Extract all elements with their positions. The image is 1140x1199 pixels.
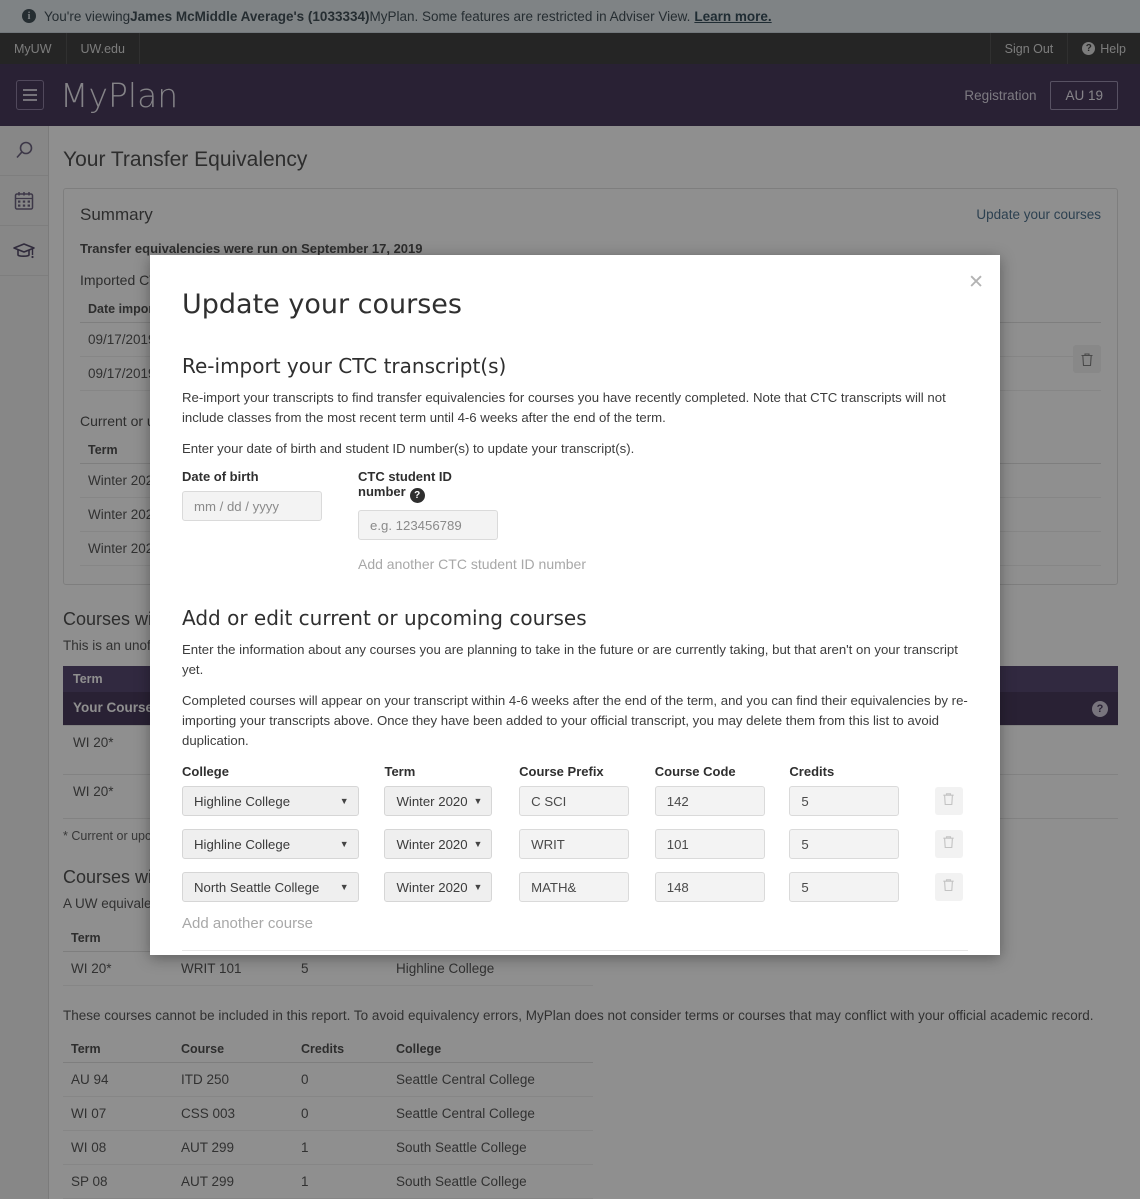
col-header-college: College [182, 764, 229, 780]
ctc-placeholder-text: e.g. 123456789 [370, 517, 462, 533]
course-row: North Seattle College ▼ Winter 2020 ▼ MA… [182, 872, 968, 903]
date-of-birth-input[interactable]: mm / dd / yyyy [182, 491, 322, 522]
col-header-credits: Credits [789, 764, 835, 780]
term-value: Winter 2020 [396, 793, 468, 809]
delete-course-button[interactable] [934, 787, 963, 816]
courses-grid: College Term Course Prefix Course Code C… [182, 764, 968, 903]
term-value: Winter 2020 [396, 836, 468, 852]
course-code-value: 142 [666, 793, 689, 809]
chevron-down-icon: ▼ [473, 796, 483, 807]
credits-input[interactable]: 5 [789, 829, 900, 860]
credits-input[interactable]: 5 [789, 872, 900, 903]
college-value: Highline College [194, 793, 291, 809]
course-prefix-value: MATH& [531, 879, 577, 895]
reimport-heading: Re-import your CTC transcript(s) [182, 354, 507, 378]
course-prefix-input[interactable]: C SCI [519, 786, 629, 817]
add-edit-paragraph-2: Completed courses will appear on your tr… [182, 692, 968, 748]
ctc-label-text: CTC student ID number [358, 469, 452, 500]
courses-grid-header: College Term Course Prefix Course Code C… [182, 764, 968, 786]
course-row: Highline College ▼ Winter 2020 ▼ WRIT 10… [182, 829, 968, 860]
close-icon[interactable]: ✕ [968, 273, 984, 292]
chevron-down-icon: ▼ [339, 882, 349, 893]
term-value: Winter 2020 [396, 879, 468, 895]
trash-icon [942, 835, 955, 854]
college-select[interactable]: North Seattle College ▼ [182, 872, 359, 903]
delete-course-button[interactable] [934, 873, 963, 902]
chevron-down-icon: ▼ [473, 882, 483, 893]
course-prefix-value: WRIT [531, 836, 565, 852]
add-another-course-link[interactable]: Add another course [182, 915, 968, 932]
ctc-student-id-input[interactable]: e.g. 123456789 [358, 510, 498, 541]
ctc-student-id-label: CTC student ID number? [358, 469, 498, 504]
course-code-input[interactable]: 101 [654, 829, 765, 860]
dob-placeholder-text: mm / dd / yyyy [194, 498, 279, 514]
col-header-course-code: Course Code [654, 764, 736, 780]
col-header-course-prefix: Course Prefix [519, 764, 604, 780]
course-row: Highline College ▼ Winter 2020 ▼ C SCI 1… [182, 786, 968, 817]
course-code-value: 101 [666, 836, 689, 852]
chevron-down-icon: ▼ [473, 839, 483, 850]
term-select[interactable]: Winter 2020 ▼ [384, 829, 493, 860]
credits-value: 5 [801, 836, 809, 852]
add-edit-courses-heading: Add or edit current or upcoming courses [182, 606, 587, 631]
modal-divider [182, 950, 968, 952]
identity-fields-row: Date of birth mm / dd / yyyy CTC student… [182, 469, 968, 572]
college-value: North Seattle College [194, 879, 320, 895]
col-header-term: Term [384, 764, 416, 780]
course-prefix-value: C SCI [531, 793, 567, 809]
credits-value: 5 [801, 793, 809, 809]
college-value: Highline College [194, 836, 291, 852]
course-prefix-input[interactable]: MATH& [519, 872, 629, 903]
help-icon[interactable]: ? [409, 488, 425, 504]
modal-title: Update your courses [182, 289, 462, 320]
course-prefix-input[interactable]: WRIT [519, 829, 629, 860]
credits-value: 5 [801, 879, 809, 895]
term-select[interactable]: Winter 2020 ▼ [384, 872, 493, 903]
chevron-down-icon: ▼ [339, 796, 349, 807]
term-select[interactable]: Winter 2020 ▼ [384, 786, 493, 817]
college-select[interactable]: Highline College ▼ [182, 786, 359, 817]
trash-icon [942, 878, 955, 897]
course-code-input[interactable]: 148 [654, 872, 765, 903]
reimport-paragraph-2: Enter your date of birth and student ID … [182, 440, 635, 456]
date-of-birth-label: Date of birth [182, 469, 259, 485]
delete-course-button[interactable] [934, 830, 963, 859]
course-code-input[interactable]: 142 [654, 786, 765, 817]
add-another-ctc-id-link[interactable]: Add another CTC student ID number [358, 556, 586, 572]
college-select[interactable]: Highline College ▼ [182, 829, 359, 860]
trash-icon [942, 792, 955, 811]
course-code-value: 148 [666, 879, 689, 895]
chevron-down-icon: ▼ [339, 839, 349, 850]
reimport-paragraph-1: Re-import your transcripts to find trans… [182, 390, 946, 425]
update-your-courses-modal: ✕ Update your courses Re-import your CTC… [150, 255, 1000, 955]
add-edit-paragraph-1: Enter the information about any courses … [182, 642, 958, 678]
credits-input[interactable]: 5 [789, 786, 900, 817]
